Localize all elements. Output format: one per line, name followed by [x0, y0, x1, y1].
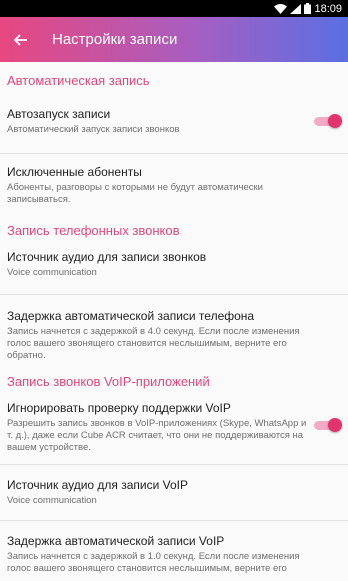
pref-summary: Абоненты, разговоры с которыми не будут … — [7, 182, 263, 205]
back-arrow-icon[interactable] — [2, 17, 40, 62]
pref-voip-source[interactable]: Источник аудио для записи VoIP Voice com… — [0, 478, 348, 520]
ignore-voip-toggle[interactable] — [314, 418, 342, 432]
divider — [0, 153, 348, 154]
pref-title: Исключенные абоненты — [7, 165, 142, 179]
pref-delay-phone[interactable]: Задержка автоматической записи телефона … — [0, 309, 348, 372]
autostart-toggle[interactable] — [314, 114, 342, 128]
pref-title: Задержка автоматической записи телефона — [7, 309, 255, 323]
pref-summary: Разрешить запись звонков в VoIP-приложен… — [7, 418, 307, 453]
signal-icon — [290, 3, 302, 14]
wifi-icon — [274, 3, 288, 14]
section-header-auto: Автоматическая запись — [7, 73, 150, 88]
pref-title: Автозапуск записи — [7, 107, 111, 121]
pref-audio-source[interactable]: Источник аудио для записи звонков Voice … — [0, 250, 348, 294]
pref-ignore-voip[interactable]: Игнорировать проверку поддержки VoIP Раз… — [0, 401, 348, 464]
divider — [0, 464, 348, 465]
app-bar: Настройки записи — [0, 17, 348, 62]
pref-autostart[interactable]: Автозапуск записи Автоматический запуск … — [0, 107, 348, 153]
pref-title: Источник аудио для записи VoIP — [7, 478, 189, 492]
settings-list: Автоматическая запись Автозапуск записи … — [0, 62, 348, 574]
pref-summary: Запись начнется с задержкой в 4.0 секунд… — [7, 326, 300, 361]
pref-summary: Запись начнется с задержкой в 1.0 секунд… — [7, 551, 300, 574]
section-header-voip: Запись звонков VoIP-приложений — [7, 374, 210, 389]
pref-title: Игнорировать проверку поддержки VoIP — [7, 401, 231, 415]
pref-summary: Автоматический запуск записи звонков — [7, 124, 180, 135]
divider — [0, 294, 348, 295]
pref-excluded[interactable]: Исключенные абоненты Абоненты, разговоры… — [0, 165, 348, 221]
status-time: 18:09 — [314, 2, 342, 15]
pref-title: Источник аудио для записи звонков — [7, 250, 207, 264]
battery-icon — [304, 3, 312, 14]
divider — [0, 520, 348, 521]
status-bar: 18:09 — [0, 0, 348, 17]
pref-summary: Voice communication — [7, 495, 97, 506]
pref-delay-voip[interactable]: Задержка автоматической записи VoIP Запи… — [0, 534, 348, 574]
page-title: Настройки записи — [52, 31, 178, 48]
pref-summary: Voice communication — [7, 267, 97, 278]
pref-title: Задержка автоматической записи VoIP — [7, 534, 225, 548]
section-header-phone: Запись телефонных звонков — [7, 223, 180, 238]
